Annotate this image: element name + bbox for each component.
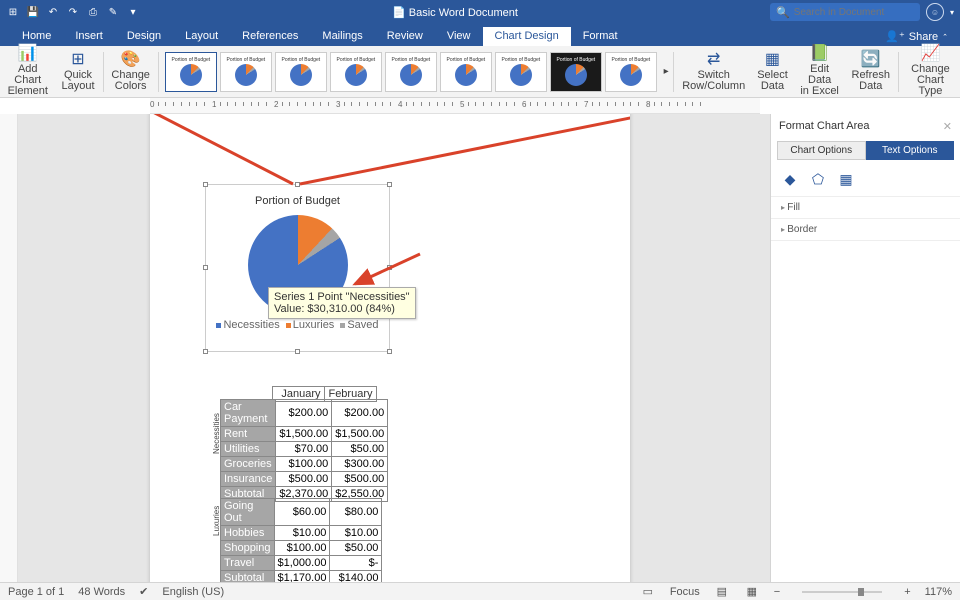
change-chart-type-button[interactable]: 📈ChangeChart Type bbox=[901, 46, 960, 97]
chart-styles-gallery: Portion of BudgetPortion of BudgetPortio… bbox=[161, 52, 661, 92]
chart-style-thumb[interactable]: Portion of Budget bbox=[220, 52, 272, 92]
table-row: Groceries$100.00$300.00 bbox=[221, 457, 388, 472]
effects-icon[interactable]: ⬠ bbox=[809, 170, 827, 188]
size-properties-icon[interactable]: ▦ bbox=[837, 170, 855, 188]
switch-row-column-button[interactable]: ⇄SwitchRow/Column bbox=[676, 46, 751, 97]
tab-design[interactable]: Design bbox=[115, 27, 173, 46]
chart-style-thumb[interactable]: Portion of Budget bbox=[165, 52, 217, 92]
search-input[interactable] bbox=[794, 7, 914, 18]
table-row: Going Out$60.00$80.00 bbox=[221, 499, 382, 526]
status-bar: Page 1 of 1 48 Words ✔ English (US) ▭ Fo… bbox=[0, 582, 960, 600]
save-icon[interactable]: 💾 bbox=[26, 5, 40, 19]
doc-icon: 📄 bbox=[392, 7, 409, 19]
ribbon-tabs: Home Insert Design Layout References Mai… bbox=[0, 24, 960, 46]
vertical-ruler[interactable] bbox=[0, 114, 18, 582]
refresh-data-button[interactable]: 🔄RefreshData bbox=[846, 46, 897, 97]
zoom-out-button[interactable]: − bbox=[774, 586, 780, 598]
share-icon: 👤⁺ bbox=[885, 30, 905, 43]
search-box[interactable]: 🔍 bbox=[770, 3, 920, 21]
chart-style-thumb[interactable]: Portion of Budget bbox=[385, 52, 437, 92]
language-indicator[interactable]: English (US) bbox=[162, 586, 224, 598]
change-colors-icon: 🎨 bbox=[121, 52, 141, 68]
tab-home[interactable]: Home bbox=[10, 27, 63, 46]
chart-object[interactable]: Portion of Budget Necessities Luxuries S… bbox=[205, 184, 390, 352]
qat-more-icon[interactable]: ▾ bbox=[126, 5, 140, 19]
chart-style-thumb[interactable]: Portion of Budget bbox=[440, 52, 492, 92]
document-title: Basic Word Document bbox=[409, 7, 518, 19]
tab-format[interactable]: Format bbox=[571, 27, 630, 46]
chart-title[interactable]: Portion of Budget bbox=[206, 195, 389, 207]
table-row: Car Payment$200.00$200.00 bbox=[221, 400, 388, 427]
text-options-tab[interactable]: Text Options bbox=[866, 141, 955, 160]
zoom-slider[interactable] bbox=[802, 591, 882, 593]
undo-icon[interactable]: ↶ bbox=[46, 5, 60, 19]
edit-data-excel-button[interactable]: 📗Edit Datain Excel bbox=[794, 46, 846, 97]
table-row: Utilities$70.00$50.00 bbox=[221, 442, 388, 457]
share-button[interactable]: 👤⁺Share⌃ bbox=[873, 27, 960, 46]
tab-mailings[interactable]: Mailings bbox=[310, 27, 374, 46]
page-indicator[interactable]: Page 1 of 1 bbox=[8, 586, 64, 598]
spellcheck-icon[interactable]: ✔ bbox=[139, 585, 148, 598]
autosave-icon[interactable]: ⊞ bbox=[6, 5, 20, 19]
zoom-level[interactable]: 117% bbox=[925, 586, 952, 598]
chart-style-thumb[interactable]: Portion of Budget bbox=[330, 52, 382, 92]
quick-layout-icon: ⊞ bbox=[71, 52, 84, 68]
add-chart-element-button[interactable]: 📊Add ChartElement bbox=[0, 46, 55, 97]
border-section[interactable]: Border bbox=[771, 219, 960, 241]
chart-style-thumb[interactable]: Portion of Budget bbox=[275, 52, 327, 92]
table-row: Rent$1,500.00$1,500.00 bbox=[221, 427, 388, 442]
chart-style-thumb[interactable]: Portion of Budget bbox=[605, 52, 657, 92]
tab-review[interactable]: Review bbox=[375, 27, 435, 46]
table-row: Travel$1,000.00$- bbox=[221, 556, 382, 571]
tab-references[interactable]: References bbox=[230, 27, 310, 46]
customize-icon[interactable]: ✎ bbox=[106, 5, 120, 19]
gallery-more-button[interactable]: ▸ bbox=[661, 66, 672, 77]
table-row: Subtotal$1,170.00$140.00 bbox=[221, 571, 382, 583]
refresh-icon: 🔄 bbox=[861, 52, 881, 68]
redo-icon[interactable]: ↷ bbox=[66, 5, 80, 19]
select-data-button[interactable]: ▦SelectData bbox=[751, 46, 794, 97]
datapoint-tooltip: Series 1 Point "Necessities" Value: $30,… bbox=[268, 287, 416, 319]
add-element-icon: 📊 bbox=[18, 46, 38, 62]
chart-style-thumb[interactable]: Portion of Budget bbox=[550, 52, 602, 92]
horizontal-ruler[interactable]: 012345678 bbox=[150, 98, 760, 114]
search-icon: 🔍 bbox=[776, 6, 790, 19]
change-colors-button[interactable]: 🎨ChangeColors bbox=[105, 46, 156, 97]
account-chevron-icon[interactable]: ▾ bbox=[950, 8, 954, 17]
chart-style-thumb[interactable]: Portion of Budget bbox=[495, 52, 547, 92]
web-layout-icon[interactable]: ▦ bbox=[744, 585, 760, 599]
panel-close-icon[interactable]: ✕ bbox=[943, 120, 952, 133]
tab-chart-design[interactable]: Chart Design bbox=[483, 27, 571, 46]
table-row: Insurance$500.00$500.00 bbox=[221, 472, 388, 487]
tab-layout[interactable]: Layout bbox=[173, 27, 230, 46]
tab-view[interactable]: View bbox=[435, 27, 483, 46]
table-row: Hobbies$10.00$10.00 bbox=[221, 526, 382, 541]
table-row: Shopping$100.00$50.00 bbox=[221, 541, 382, 556]
switch-icon: ⇄ bbox=[707, 52, 720, 68]
tab-insert[interactable]: Insert bbox=[63, 27, 115, 46]
chart-options-tab[interactable]: Chart Options bbox=[777, 141, 866, 160]
excel-icon: 📗 bbox=[810, 46, 830, 62]
print-icon[interactable]: ⎙ bbox=[86, 5, 100, 19]
document-page[interactable]: Portion of Budget Necessities Luxuries S… bbox=[150, 114, 630, 582]
print-layout-icon[interactable]: ▤ bbox=[714, 585, 730, 599]
fill-section[interactable]: Fill bbox=[771, 197, 960, 219]
chart-type-icon: 📈 bbox=[920, 46, 940, 62]
feedback-icon[interactable]: ☺ bbox=[926, 3, 944, 21]
format-chart-area-panel: Format Chart Area ✕ Chart Options Text Op… bbox=[770, 114, 960, 582]
fill-line-icon[interactable]: ◆ bbox=[781, 170, 799, 188]
necessities-table-body: Car Payment$200.00$200.00Rent$1,500.00$1… bbox=[220, 399, 388, 502]
focus-label[interactable]: Focus bbox=[670, 586, 700, 598]
workspace: Portion of Budget Necessities Luxuries S… bbox=[0, 114, 960, 582]
word-count[interactable]: 48 Words bbox=[78, 586, 125, 598]
focus-view-icon[interactable]: ▭ bbox=[640, 585, 656, 599]
ribbon: 📊Add ChartElement ⊞QuickLayout 🎨ChangeCo… bbox=[0, 46, 960, 98]
zoom-in-button[interactable]: + bbox=[904, 586, 910, 598]
title-bar: ⊞ 💾 ↶ ↷ ⎙ ✎ ▾ 📄 Basic Word Document 🔍 ☺ … bbox=[0, 0, 960, 24]
chart-legend[interactable]: Necessities Luxuries Saved bbox=[206, 319, 389, 331]
quick-layout-button[interactable]: ⊞QuickLayout bbox=[55, 46, 100, 97]
panel-title: Format Chart Area bbox=[779, 120, 869, 133]
luxuries-table: Going Out$60.00$80.00Hobbies$10.00$10.00… bbox=[220, 498, 382, 582]
select-data-icon: ▦ bbox=[765, 52, 780, 68]
